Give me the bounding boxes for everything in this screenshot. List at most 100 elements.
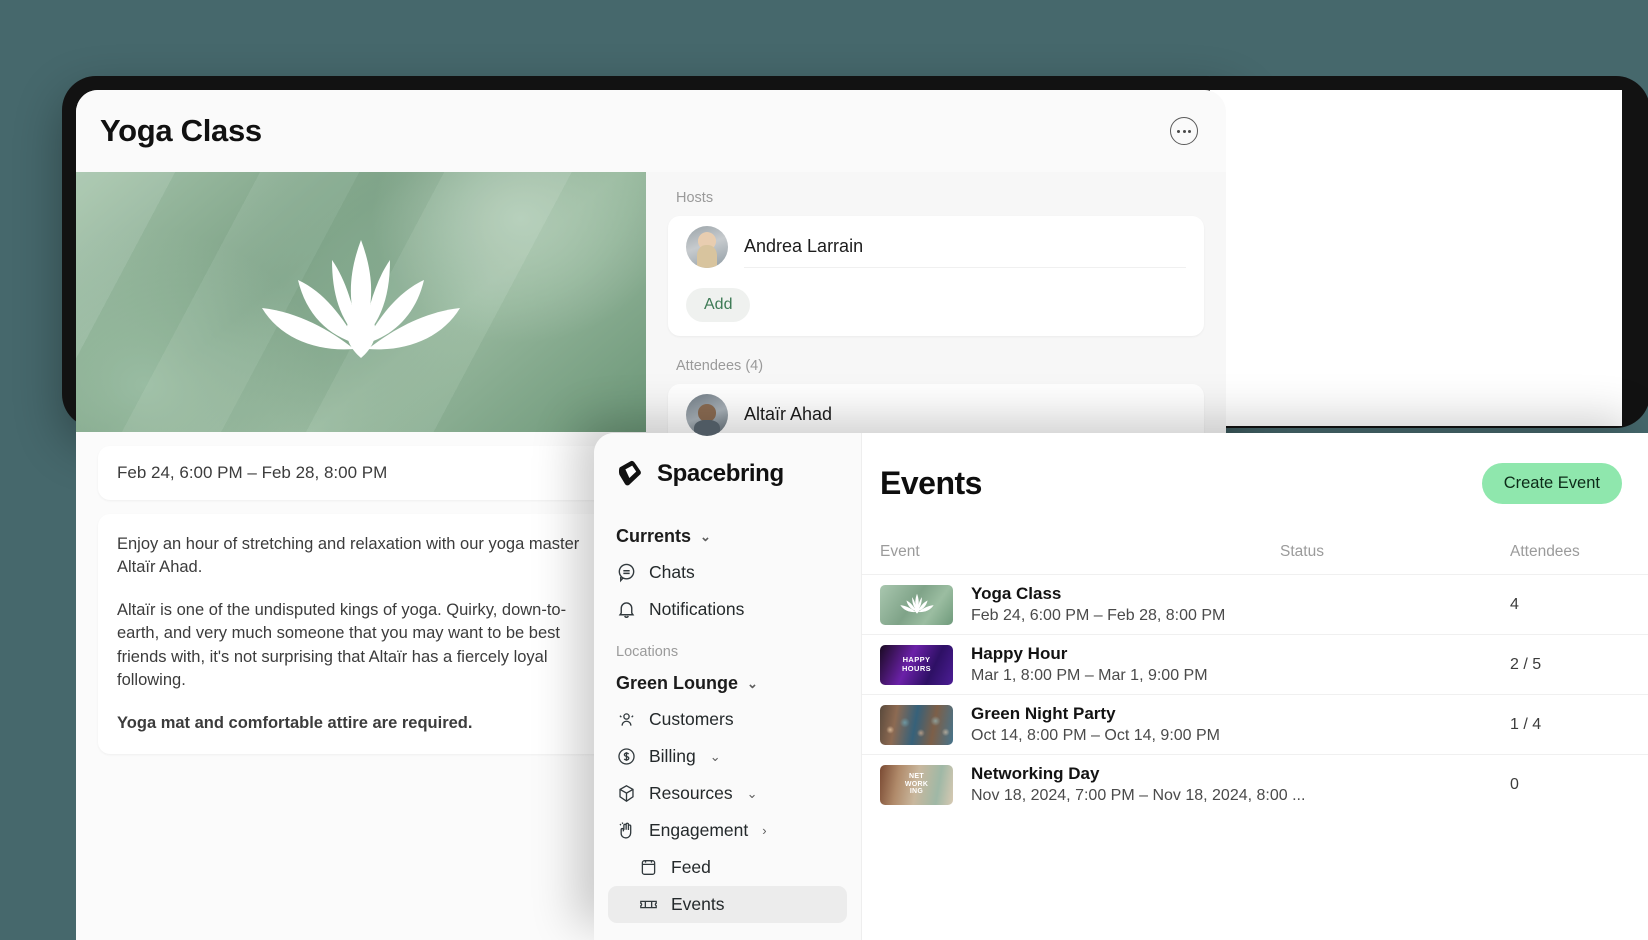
thumbnail-text-line2: WORK	[904, 780, 929, 788]
event-text: Yoga Class Feb 24, 6:00 PM – Feb 28, 8:0…	[971, 584, 1225, 625]
wave-hand-icon	[619, 822, 632, 839]
avatar	[686, 226, 728, 268]
description-requirement: Yoga mat and comfortable attire are requ…	[117, 713, 473, 732]
column-header-status: Status	[1280, 543, 1324, 560]
chevron-down-icon: ⌄	[709, 748, 721, 764]
sidebar-item-notifications[interactable]: Notifications	[608, 591, 847, 628]
sidebar-item-label: Feed	[671, 857, 711, 877]
attendee-name: Altaïr Ahad	[744, 394, 1186, 436]
nav-group-currents[interactable]: Currents ⌄	[608, 519, 847, 554]
detail-header: Yoga Class	[76, 90, 1226, 172]
table-header: Event Status Attendees	[862, 543, 1648, 574]
thumbnail-text-line1: NET	[909, 772, 924, 780]
page-title: Yoga Class	[100, 113, 262, 148]
screenshot-stage: Yoga Class Feb 24, 6:00 PM – Feb 28, 8:0…	[0, 0, 1648, 940]
description-paragraph-2: Altaïr is one of the undisputed kings of…	[117, 600, 567, 690]
column-header-attendees: Attendees	[1510, 543, 1580, 560]
event-attendees: 1 / 4	[1510, 715, 1542, 733]
chevron-down-icon: ⌄	[746, 785, 758, 801]
event-attendees: 2 / 5	[1510, 655, 1542, 673]
sidebar: Spacebring Currents ⌄ Chats Notification…	[594, 433, 862, 940]
hosts-label: Hosts	[676, 190, 714, 206]
cube-icon	[619, 785, 634, 802]
lotus-icon	[262, 240, 460, 359]
networking-thumbnail: NET WORK ING	[880, 764, 953, 805]
event-name: Networking Day	[971, 764, 1100, 783]
brand[interactable]: Spacebring	[608, 459, 847, 519]
table-row[interactable]: HAPPY HOURS Happy Hour Mar 1, 8:00 PM – …	[862, 634, 1648, 694]
thumbnail-text: NET WORK ING	[905, 773, 928, 796]
event-attendees: 0	[1510, 775, 1519, 793]
add-host-row: Add	[668, 278, 1204, 336]
sidebar-item-label: Engagement	[649, 820, 749, 840]
sidebar-item-label: Resources	[649, 783, 733, 803]
dot	[1188, 129, 1191, 133]
chat-bubble-icon	[618, 563, 635, 583]
sidebar-item-events[interactable]: Events	[608, 886, 847, 923]
dot	[1182, 129, 1186, 133]
event-attendees: 4	[1510, 595, 1519, 613]
app-window: Spacebring Currents ⌄ Chats Notification…	[594, 433, 1648, 940]
party-thumbnail	[880, 704, 953, 745]
hosts-card: Andrea Larrain Add	[668, 216, 1204, 336]
event-name: Yoga Class	[971, 584, 1062, 603]
event-cell: Yoga Class Feb 24, 6:00 PM – Feb 28, 8:0…	[880, 584, 1280, 625]
description-paragraph-1: Enjoy an hour of stretching and relaxati…	[117, 535, 580, 577]
nav-group-location[interactable]: Green Lounge ⌄	[608, 666, 847, 701]
spacebring-cube-logo	[618, 460, 641, 486]
sidebar-item-label: Notifications	[649, 599, 745, 619]
avatar	[686, 394, 728, 436]
create-event-button[interactable]: Create Event	[1481, 462, 1622, 504]
event-cell: HAPPY HOURS Happy Hour Mar 1, 8:00 PM – …	[880, 644, 1280, 685]
dollar-circle-icon	[618, 748, 635, 765]
event-text: Green Night Party Oct 14, 8:00 PM – Oct …	[971, 704, 1220, 745]
lotus-icon	[899, 593, 934, 614]
add-host-button[interactable]: Add	[686, 288, 751, 322]
host-name: Andrea Larrain	[744, 226, 1186, 268]
table-row[interactable]: Green Night Party Oct 14, 8:00 PM – Oct …	[862, 694, 1648, 754]
feed-icon	[641, 860, 656, 875]
table-row[interactable]: NET WORK ING Networking Day Nov 18, 2024…	[862, 754, 1648, 814]
sidebar-item-feed[interactable]: Feed	[608, 849, 847, 886]
sidebar-item-chats[interactable]: Chats	[608, 554, 847, 591]
table-row[interactable]: Yoga Class Feb 24, 6:00 PM – Feb 28, 8:0…	[862, 574, 1648, 634]
column-header-event: Event	[880, 543, 920, 560]
event-description: Enjoy an hour of stretching and relaxati…	[98, 514, 624, 754]
event-text: Happy Hour Mar 1, 8:00 PM – Mar 1, 9:00 …	[971, 644, 1208, 685]
detail-left-column: Feb 24, 6:00 PM – Feb 28, 8:00 PM Enjoy …	[76, 172, 646, 940]
people-icon	[619, 713, 634, 726]
chevron-down-icon: ⌄	[747, 675, 758, 691]
sidebar-item-label: Chats	[649, 562, 695, 582]
host-row[interactable]: Andrea Larrain	[668, 216, 1204, 278]
sidebar-item-billing[interactable]: Billing ⌄	[608, 738, 847, 775]
sidebar-item-resources[interactable]: Resources ⌄	[608, 775, 847, 812]
event-name: Green Night Party	[971, 704, 1116, 723]
thumbnail-text: HOURS	[901, 663, 932, 673]
sidebar-item-customers[interactable]: Customers	[608, 701, 847, 738]
tablet-screen-right	[1210, 90, 1622, 426]
nav-group-location-label: Green Lounge	[616, 673, 739, 693]
bell-icon	[618, 602, 635, 618]
event-date: Oct 14, 8:00 PM – Oct 14, 9:00 PM	[971, 727, 1221, 744]
event-date-field[interactable]: Feb 24, 6:00 PM – Feb 28, 8:00 PM	[98, 446, 624, 500]
sidebar-item-label: Events	[671, 894, 725, 914]
detail-scroll-area: Feb 24, 6:00 PM – Feb 28, 8:00 PM Enjoy …	[76, 432, 646, 754]
event-hero-image	[76, 172, 646, 432]
main-content: Events Create Event Event Status Attende…	[862, 433, 1648, 940]
yoga-thumbnail	[880, 584, 953, 625]
events-page-title: Events	[880, 464, 982, 501]
thumbnail-text-line3: ING	[909, 788, 924, 796]
brand-name: Spacebring	[657, 460, 784, 487]
sidebar-item-engagement[interactable]: Engagement ›	[608, 812, 847, 849]
chevron-down-icon: ⌄	[700, 528, 711, 544]
event-cell: NET WORK ING Networking Day Nov 18, 2024…	[880, 764, 1305, 805]
chevron-right-icon: ›	[762, 823, 767, 838]
main-header: Events Create Event	[862, 459, 1648, 507]
sidebar-item-label: Billing	[649, 746, 696, 766]
happy-hour-thumbnail: HAPPY HOURS	[880, 644, 953, 685]
ellipsis-icon[interactable]	[1170, 117, 1198, 145]
dot	[1177, 129, 1180, 133]
nav-group-currents-label: Currents	[616, 526, 692, 546]
sidebar-item-label: Customers	[649, 709, 734, 729]
attendees-label: Attendees (4)	[676, 358, 764, 374]
